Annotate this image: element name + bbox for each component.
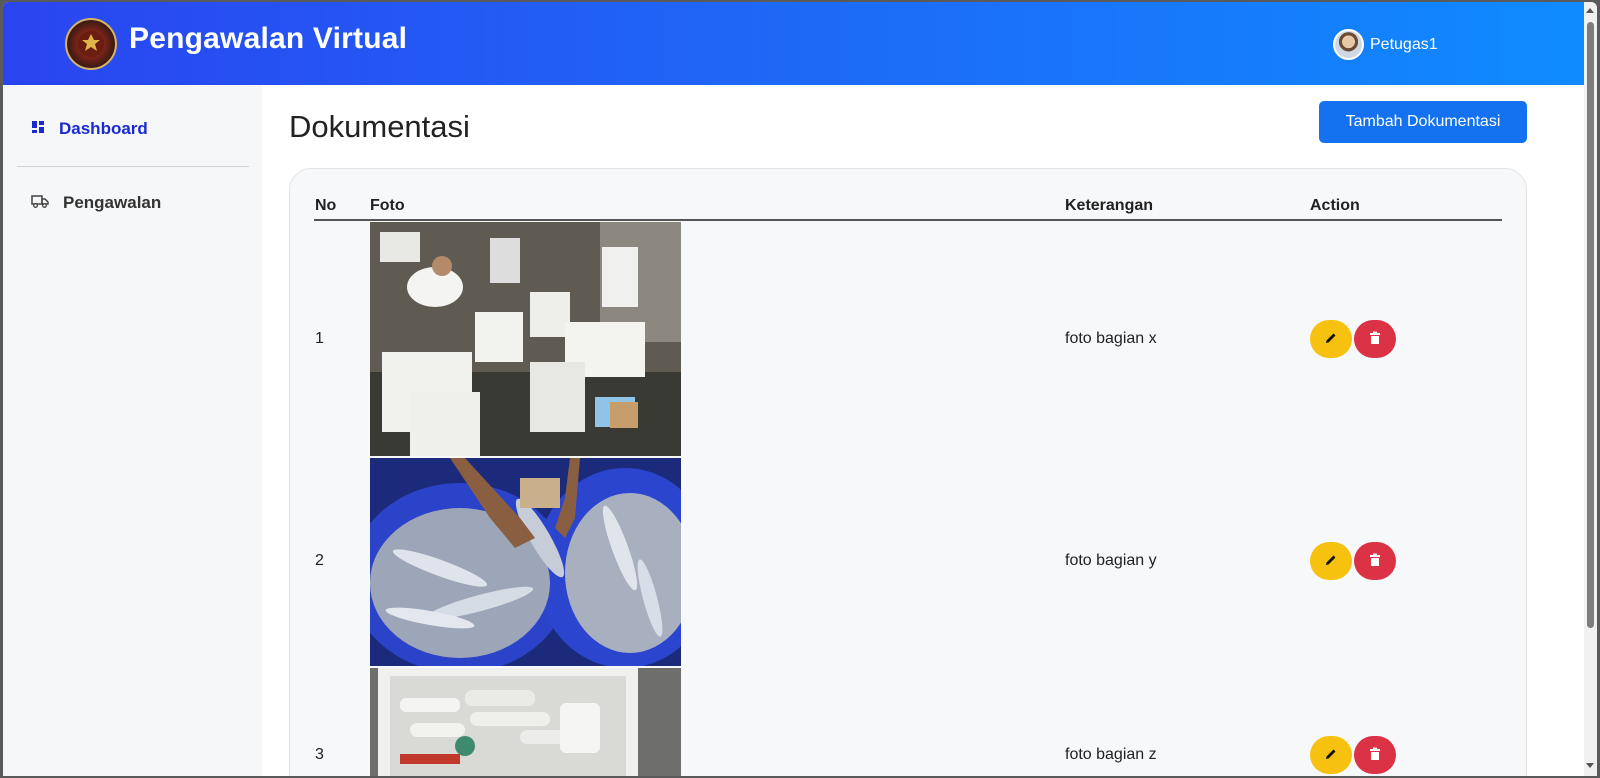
add-documentation-button[interactable]: Tambah Dokumentasi: [1319, 101, 1527, 143]
column-header-action: Action: [1310, 197, 1360, 214]
sidebar-item-label: Dashboard: [59, 119, 148, 138]
table-row: 3 foto bagian z: [314, 668, 1502, 776]
app-title: Pengawalan Virtual: [129, 22, 408, 55]
sidebar-divider: [17, 166, 249, 167]
trash-icon: [1369, 331, 1381, 348]
row-number: 2: [315, 552, 324, 569]
dashboard-icon: [31, 119, 45, 139]
documentation-photo: [370, 222, 681, 456]
documentation-table-card: No Foto Keterangan Action 1 foto bagian …: [289, 168, 1527, 776]
avatar: [1333, 29, 1364, 60]
emblem-logo: [65, 18, 117, 70]
pencil-icon: [1324, 331, 1338, 348]
row-number: 1: [315, 330, 324, 347]
row-description: foto bagian x: [1065, 330, 1157, 347]
sidebar-item-pengawalan[interactable]: Pengawalan: [31, 193, 161, 213]
row-actions: [1310, 320, 1396, 358]
column-header-keterangan: Keterangan: [1065, 197, 1154, 214]
pencil-icon: [1324, 553, 1338, 570]
table-row: 2 foto bagian y: [314, 458, 1502, 666]
edit-button[interactable]: [1310, 736, 1352, 774]
row-number: 3: [315, 746, 324, 763]
browser-window: Pengawalan Virtual Petugas1 Dashboard Pe…: [3, 2, 1597, 776]
user-name: Petugas1: [1370, 35, 1438, 53]
scroll-down-icon[interactable]: [1586, 763, 1594, 768]
row-description: foto bagian z: [1065, 746, 1157, 763]
edit-button[interactable]: [1310, 320, 1352, 358]
main-content: Dokumentasi Tambah Dokumentasi No Foto K…: [262, 85, 1584, 776]
pencil-icon: [1324, 747, 1338, 764]
table-row: 1 foto bagian x: [314, 222, 1502, 456]
delete-button[interactable]: [1354, 542, 1396, 580]
documentation-photo: [370, 668, 681, 776]
delete-button[interactable]: [1354, 320, 1396, 358]
scrollbar-thumb[interactable]: [1587, 22, 1594, 628]
user-menu[interactable]: Petugas1: [1333, 29, 1438, 60]
sidebar: Dashboard Pengawalan: [3, 85, 262, 776]
sidebar-item-dashboard[interactable]: Dashboard: [31, 119, 148, 139]
row-actions: [1310, 542, 1396, 580]
documentation-photo: [370, 458, 681, 666]
row-actions: [1310, 736, 1396, 774]
truck-icon: [31, 193, 49, 213]
edit-button[interactable]: [1310, 542, 1352, 580]
sidebar-item-label: Pengawalan: [63, 193, 162, 212]
scroll-up-icon[interactable]: [1586, 8, 1594, 13]
top-navbar: Pengawalan Virtual Petugas1: [3, 2, 1584, 85]
column-header-foto: Foto: [370, 197, 405, 214]
vertical-scrollbar[interactable]: [1584, 2, 1597, 776]
delete-button[interactable]: [1354, 736, 1396, 774]
column-header-no: No: [315, 197, 337, 214]
page-title: Dokumentasi: [289, 109, 470, 144]
table-header: No Foto Keterangan Action: [314, 195, 1502, 221]
trash-icon: [1369, 747, 1381, 764]
trash-icon: [1369, 553, 1381, 570]
row-description: foto bagian y: [1065, 552, 1157, 569]
